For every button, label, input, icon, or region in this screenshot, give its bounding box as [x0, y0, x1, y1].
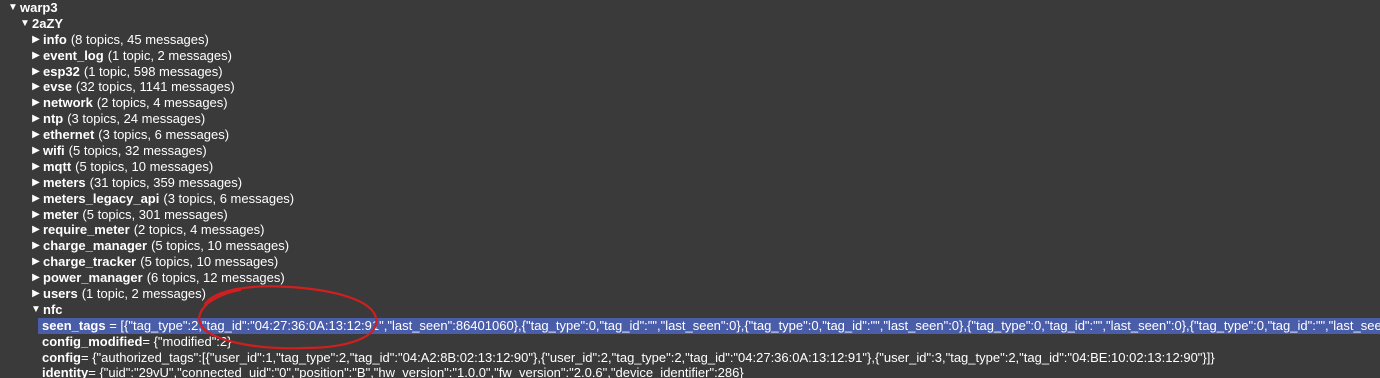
tree-value-row[interactable]: identity = {"uid":"29vU","connected_uid"…	[0, 365, 1380, 378]
node-label: charge_tracker	[43, 254, 137, 270]
tree-node-topic[interactable]: ▶ power_manager (6 topics, 12 messages)	[0, 270, 1380, 286]
node-meta: (5 topics, 10 messages)	[140, 254, 279, 270]
tree-node-topic[interactable]: ▶ ethernet (3 topics, 6 messages)	[0, 127, 1380, 143]
collapsed-arrow-icon[interactable]: ▶	[31, 175, 41, 191]
value-key: identity	[42, 365, 89, 378]
collapsed-arrow-icon[interactable]: ▶	[31, 286, 41, 302]
collapsed-arrow-icon[interactable]: ▶	[31, 159, 41, 175]
tree-value-row[interactable]: config = {"authorized_tags":[{"user_id":…	[0, 350, 1380, 366]
tree-node-topic[interactable]: ▶ meters_legacy_api (3 topics, 6 message…	[0, 191, 1380, 207]
selected-highlight[interactable]: seen_tags = [{"tag_type":2,"tag_id":"04:…	[38, 317, 1380, 334]
value-key: seen_tags	[42, 317, 106, 333]
tree-node-topic[interactable]: ▶ wifi (5 topics, 32 messages)	[0, 143, 1380, 159]
node-meta: (3 topics, 24 messages)	[67, 111, 206, 127]
node-label: info	[43, 31, 67, 47]
collapsed-arrow-icon[interactable]: ▶	[31, 207, 41, 223]
node-label: wifi	[43, 143, 65, 159]
node-label: power_manager	[43, 270, 143, 286]
node-meta: (32 topics, 1141 messages)	[75, 79, 235, 95]
collapsed-arrow-icon[interactable]: ▶	[31, 143, 41, 159]
node-meta: (1 topic, 598 messages)	[83, 63, 223, 79]
node-label: meters_legacy_api	[43, 190, 160, 206]
node-meta: (8 topics, 45 messages)	[70, 31, 209, 47]
value-key: config	[42, 349, 81, 365]
tree-node-topic[interactable]: ▶ mqtt (5 topics, 10 messages)	[0, 159, 1380, 175]
node-meta: (3 topics, 6 messages)	[163, 190, 295, 206]
node-label: meters	[43, 174, 86, 190]
node-label: evse	[43, 79, 72, 95]
node-meta: (6 topics, 12 messages)	[146, 270, 285, 286]
node-meta: (2 topics, 4 messages)	[133, 222, 265, 238]
tree-node-topic[interactable]: ▶ charge_manager (5 topics, 10 messages)	[0, 238, 1380, 254]
collapsed-arrow-icon[interactable]: ▶	[31, 64, 41, 80]
value-key: config_modified	[42, 333, 143, 349]
collapsed-arrow-icon[interactable]: ▶	[31, 48, 41, 64]
collapsed-arrow-icon[interactable]: ▶	[31, 111, 41, 127]
node-label: charge_manager	[43, 238, 148, 254]
collapsed-arrow-icon[interactable]: ▶	[31, 95, 41, 111]
collapsed-arrow-icon[interactable]: ▶	[31, 127, 41, 143]
value-text: = [{"tag_type":2,"tag_id":"04:27:36:0A:1…	[105, 317, 1380, 333]
node-meta: (31 topics, 359 messages)	[89, 174, 243, 190]
tree-node-topic[interactable]: ▶ ntp (3 topics, 24 messages)	[0, 111, 1380, 127]
tree-node-nfc[interactable]: ▼ nfc	[0, 302, 1380, 318]
node-label: esp32	[43, 63, 80, 79]
node-label: 2aZY	[32, 15, 64, 31]
tree-node-topic[interactable]: ▶ charge_tracker (5 topics, 10 messages)	[0, 254, 1380, 270]
node-label: event_log	[43, 47, 104, 63]
node-meta: (5 topics, 32 messages)	[68, 143, 207, 159]
node-meta: (5 topics, 301 messages)	[82, 206, 228, 222]
collapsed-arrow-icon[interactable]: ▶	[31, 191, 41, 207]
collapsed-arrow-icon[interactable]: ▶	[31, 32, 41, 48]
collapsed-arrow-icon[interactable]: ▶	[31, 254, 41, 270]
collapsed-arrow-icon[interactable]: ▶	[31, 270, 41, 286]
node-label: ethernet	[43, 127, 95, 143]
value-text: = {"modified":2}	[142, 333, 232, 349]
node-meta: (1 topic, 2 messages)	[81, 286, 206, 302]
value-text: = {"authorized_tags":[{"user_id":1,"tag_…	[81, 349, 1215, 365]
node-label: nfc	[43, 301, 63, 317]
tree-node-topic[interactable]: ▶ network (2 topics, 4 messages)	[0, 95, 1380, 111]
tree-node-topic[interactable]: ▶ require_meter (2 topics, 4 messages)	[0, 222, 1380, 238]
tree-node-topic[interactable]: ▶ event_log (1 topic, 2 messages)	[0, 48, 1380, 64]
tree-node-topic[interactable]: ▶ info (8 topics, 45 messages)	[0, 32, 1380, 48]
node-label: mqtt	[43, 158, 72, 174]
collapsed-arrow-icon[interactable]: ▶	[31, 222, 41, 238]
topic-tree: ▼ warp3 ▼ 2aZY ▶ info (8 topics, 45 mess…	[0, 0, 1380, 378]
tree-node-topic[interactable]: ▶ meters (31 topics, 359 messages)	[0, 175, 1380, 191]
node-label: meter	[43, 206, 79, 222]
tree-node-topic[interactable]: ▶ meter (5 topics, 301 messages)	[0, 207, 1380, 223]
tree-node-topic[interactable]: ▶ evse (32 topics, 1141 messages)	[0, 79, 1380, 95]
value-text: = {"uid":"29vU","connected_uid":"0","pos…	[88, 365, 744, 378]
expanded-arrow-icon[interactable]: ▼	[31, 302, 41, 318]
node-meta: (5 topics, 10 messages)	[75, 158, 214, 174]
node-label: require_meter	[43, 222, 130, 238]
tree-value-row-selected[interactable]: seen_tags = [{"tag_type":2,"tag_id":"04:…	[0, 317, 1380, 334]
collapsed-arrow-icon[interactable]: ▶	[31, 79, 41, 95]
expanded-arrow-icon[interactable]: ▼	[8, 0, 18, 16]
node-label: users	[43, 286, 78, 302]
node-label: ntp	[43, 111, 64, 127]
node-meta: (5 topics, 10 messages)	[151, 238, 290, 254]
collapsed-arrow-icon[interactable]: ▶	[31, 238, 41, 254]
tree-node-device[interactable]: ▼ 2aZY	[0, 16, 1380, 32]
tree-node-topic[interactable]: ▶ esp32 (1 topic, 598 messages)	[0, 64, 1380, 80]
expanded-arrow-icon[interactable]: ▼	[20, 16, 30, 32]
tree-node-topic[interactable]: ▶ users (1 topic, 2 messages)	[0, 286, 1380, 302]
node-meta: (1 topic, 2 messages)	[107, 47, 232, 63]
tree-node-warp3[interactable]: ▼ warp3	[0, 0, 1380, 16]
node-label: network	[43, 95, 93, 111]
node-meta: (2 topics, 4 messages)	[96, 95, 228, 111]
node-label: warp3	[20, 0, 58, 15]
node-meta: (3 topics, 6 messages)	[98, 127, 230, 143]
tree-value-row[interactable]: config_modified = {"modified":2}	[0, 334, 1380, 350]
